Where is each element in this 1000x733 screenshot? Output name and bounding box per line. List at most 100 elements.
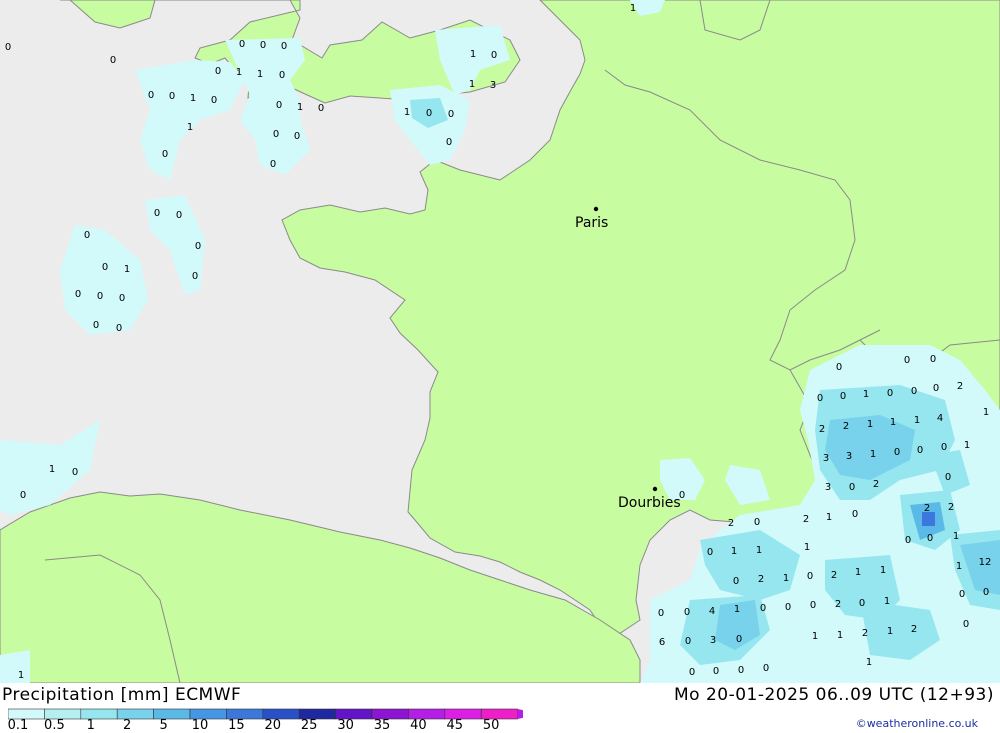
precip-value-label: 1 bbox=[866, 657, 872, 668]
precip-value-label: 0 bbox=[270, 159, 276, 170]
precip-value-label: 0 bbox=[75, 289, 81, 300]
precip-value-label: 2 bbox=[831, 570, 837, 581]
precip-value-label: 0 bbox=[807, 571, 813, 582]
legend-tick-label: 40 bbox=[410, 718, 427, 733]
precip-value-label: 0 bbox=[963, 619, 969, 630]
precip-value-label: 0 bbox=[849, 482, 855, 493]
precip-value-label: 0 bbox=[154, 208, 160, 219]
map-title: Precipitation [mm] ECMWF bbox=[2, 685, 242, 705]
precip-value-label: 3 bbox=[490, 80, 496, 91]
precip-value-label: 1 bbox=[297, 102, 303, 113]
precip-value-label: 3 bbox=[823, 453, 829, 464]
precip-value-label: 0 bbox=[84, 230, 90, 241]
precip-value-label: 0 bbox=[192, 271, 198, 282]
legend-tick-label: 2 bbox=[123, 718, 132, 733]
precip-value-label: 4 bbox=[937, 413, 943, 424]
legend-tick-label: 50 bbox=[482, 718, 500, 733]
precip-value-label: 1 bbox=[630, 3, 636, 14]
precip-value-label: 0 bbox=[448, 109, 454, 120]
precip-value-label: 0 bbox=[273, 129, 279, 140]
city-label-paris: Paris bbox=[575, 215, 608, 231]
precip-value-label: 0 bbox=[169, 91, 175, 102]
precip-value-label: 1 bbox=[867, 419, 873, 430]
paris-dot bbox=[593, 206, 599, 212]
precip-value-label: 0 bbox=[933, 383, 939, 394]
precip-value-label: 0 bbox=[840, 391, 846, 402]
precip-value-label: 2 bbox=[803, 514, 809, 525]
precip-value-label: 0 bbox=[162, 149, 168, 160]
precip-value-label: 0 bbox=[116, 323, 122, 334]
precip-value-label: 0 bbox=[959, 589, 965, 600]
precipitation-map: Paris Dourbies 0 0 0 0 0 0 1 1 0 0 0 1 0 1 0 0 1 0 0 0 0 0 0 0 0… bbox=[0, 0, 1000, 683]
precip-value-label: 1 bbox=[884, 596, 890, 607]
precip-value-label: 1 bbox=[983, 407, 989, 418]
precip-value-label: 0 bbox=[754, 517, 760, 528]
footer: Precipitation [mm] ECMWF Mo 20-01-2025 0… bbox=[0, 683, 1000, 733]
legend-tick-label: 0.1 bbox=[7, 718, 29, 733]
precip-value-label: 1 bbox=[890, 417, 896, 428]
precip-value-label: 2 bbox=[924, 503, 930, 514]
precip-value-label: 0 bbox=[20, 490, 26, 501]
precip-value-label: 1 bbox=[953, 531, 959, 542]
precip-value-label: 0 bbox=[148, 90, 154, 101]
precip-value-label: 0 bbox=[102, 262, 108, 273]
precip-value-label: 2 bbox=[911, 624, 917, 635]
precip-value-label: 1 bbox=[812, 631, 818, 642]
precip-value-label: 4 bbox=[709, 606, 715, 617]
precip-value-label: 0 bbox=[276, 100, 282, 111]
legend-tick-label: 5 bbox=[159, 718, 168, 733]
precip-value-label: 0 bbox=[260, 40, 266, 51]
precip-value-label: 1 bbox=[257, 69, 263, 80]
precip-value-label: 2 bbox=[758, 574, 764, 585]
precip-value-label: 0 bbox=[927, 533, 933, 544]
precip-value-label: 0 bbox=[446, 137, 452, 148]
precip-value-label: 0 bbox=[911, 386, 917, 397]
precip-value-label: 0 bbox=[195, 241, 201, 252]
precip-value-label: 1 bbox=[731, 546, 737, 557]
precip-value-label: 0 bbox=[941, 442, 947, 453]
credit-link[interactable]: ©weatheronline.co.uk bbox=[856, 717, 978, 730]
precip-value-label: 3 bbox=[825, 482, 831, 493]
precip-value-label: 6 bbox=[659, 637, 665, 648]
precip-value-label: 0 bbox=[738, 665, 744, 676]
legend-tick-label: 30 bbox=[337, 718, 354, 733]
precip-value-label: 2 bbox=[862, 628, 868, 639]
precip-value-label: 1 bbox=[124, 264, 130, 275]
legend-tick-label: 25 bbox=[300, 718, 318, 733]
precip-value-label: 0 bbox=[318, 103, 324, 114]
precip-value-label: 0 bbox=[689, 667, 695, 678]
precip-value-label: 1 bbox=[837, 630, 843, 641]
precip-value-label: 0 bbox=[736, 634, 742, 645]
precip-value-label: 1 bbox=[18, 670, 24, 681]
precip-value-label: 1 bbox=[187, 122, 193, 133]
precip-value-label: 0 bbox=[763, 663, 769, 674]
precip-value-label: 0 bbox=[281, 41, 287, 52]
precip-value-label: 0 bbox=[685, 636, 691, 647]
precip-value-label: 1 bbox=[956, 561, 962, 572]
precip-value-label: 1 bbox=[469, 79, 475, 90]
precip-value-label: 0 bbox=[176, 210, 182, 221]
precip-value-label: 0 bbox=[930, 354, 936, 365]
precip-value-label: 0 bbox=[785, 602, 791, 613]
precip-value-label: 3 bbox=[710, 635, 716, 646]
precip-value-label: 0 bbox=[852, 509, 858, 520]
precip-value-label: 0 bbox=[679, 490, 685, 501]
legend-tick-label: 35 bbox=[373, 718, 391, 733]
precip-value-label: 1 bbox=[49, 464, 55, 475]
precip-value-label: 0 bbox=[945, 472, 951, 483]
precip-value-label: 1 bbox=[887, 626, 893, 637]
precip-value-label: 0 bbox=[817, 393, 823, 404]
precip-value-label: 0 bbox=[836, 362, 842, 373]
precip-value-label: 0 bbox=[279, 70, 285, 81]
precip-value-label: 2 bbox=[948, 502, 954, 513]
precip-value-label: 1 bbox=[914, 415, 920, 426]
precip-value-label: 1 bbox=[870, 449, 876, 460]
precip-value-label: 0 bbox=[905, 535, 911, 546]
precip-value-label: 0 bbox=[917, 445, 923, 456]
precip-value-label: 1 bbox=[404, 107, 410, 118]
precip-value-label: 2 bbox=[835, 599, 841, 610]
precip-value-label: 0 bbox=[5, 42, 11, 53]
precip-value-label: 3 bbox=[846, 451, 852, 462]
precip-value-label: 2 bbox=[843, 421, 849, 432]
precip-value-label: 0 bbox=[97, 291, 103, 302]
